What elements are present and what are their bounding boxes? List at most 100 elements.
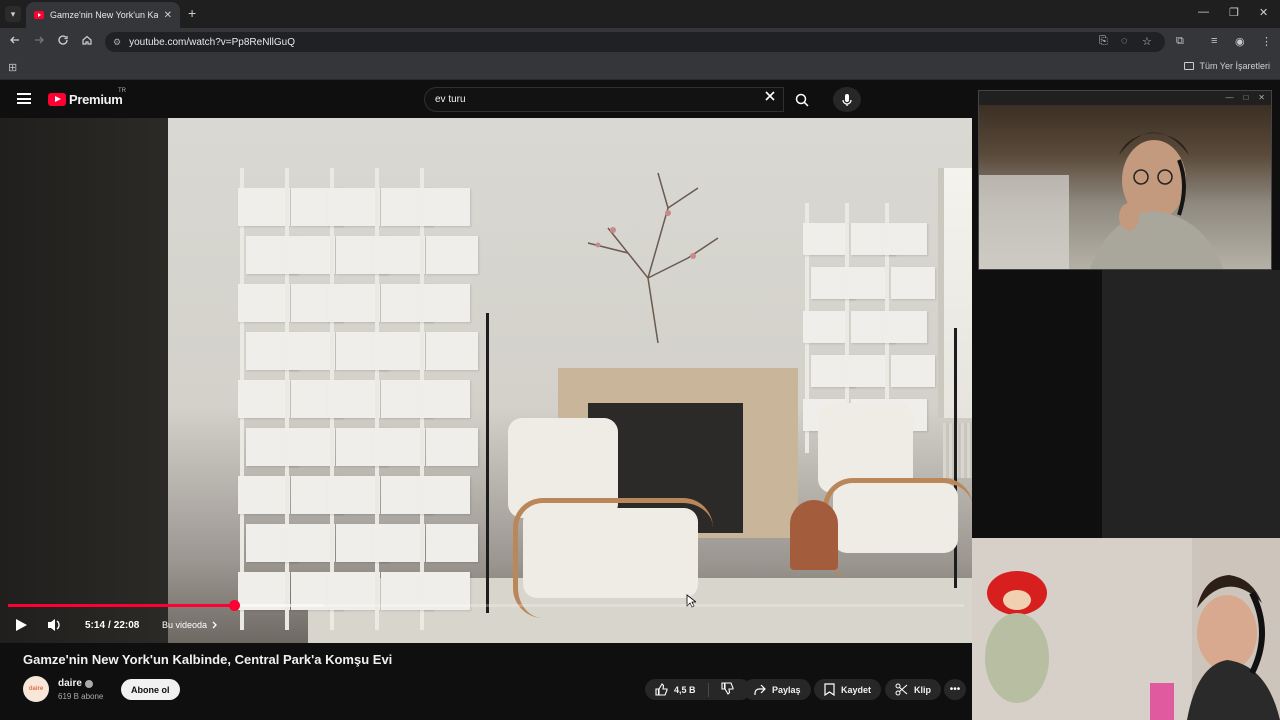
search-button[interactable] [785, 87, 819, 112]
scene-divider-panel [238, 380, 290, 418]
like-count: 4,5 B [674, 684, 696, 695]
current-time: 5:14 [85, 619, 106, 631]
video-title: Gamze'nin New York'un Kalbinde, Central … [23, 652, 393, 667]
minimize-window-button[interactable]: — [1198, 6, 1209, 18]
clip-button[interactable]: Klip [885, 679, 941, 700]
apps-icon[interactable]: ⊞ [8, 61, 17, 74]
webcam-window-controls: — □ ✕ [979, 91, 1271, 105]
webcam-1-feed [979, 105, 1271, 269]
save-button[interactable]: Kaydet [814, 679, 882, 700]
search-icon [795, 93, 809, 107]
save-icon [824, 683, 835, 696]
scene-floor-lamp [486, 313, 489, 613]
profile-icon[interactable]: ◉ [1235, 35, 1245, 48]
site-info-icon[interactable]: ⚙ [113, 37, 121, 48]
scene-branches [587, 172, 719, 344]
youtube-logo[interactable]: Premium TR [48, 88, 126, 107]
avatar-text: daire [28, 686, 44, 692]
webcam-2-feed [972, 538, 1280, 720]
tab-title: Gamze'nin New York'un Kalbinde [50, 10, 158, 20]
avatar[interactable]: daire [23, 676, 49, 702]
eye-off-icon[interactable]: ◌ [1121, 35, 1128, 47]
new-tab-button[interactable]: + [188, 5, 196, 21]
scene-armchair-frame [513, 498, 713, 618]
chapter-label: Bu videoda [162, 620, 208, 630]
star-icon[interactable]: ☆ [1142, 35, 1152, 48]
volume-icon[interactable] [46, 617, 64, 633]
extensions-icon[interactable]: ⧉ [1176, 35, 1184, 48]
hamburger-icon[interactable] [17, 93, 31, 104]
restore-window-button[interactable]: ❐ [1229, 6, 1239, 19]
chapter-button[interactable]: Bu videoda [154, 617, 226, 633]
scene-divider-panel [328, 188, 380, 226]
scene-divider-panel [328, 380, 380, 418]
back-icon[interactable] [9, 34, 21, 46]
channel-name-text: daire [58, 678, 82, 689]
scene-divider-panel [883, 311, 927, 343]
channel-name[interactable]: daire [58, 678, 93, 689]
search-input[interactable]: ev turu [424, 87, 784, 112]
mic-icon [842, 93, 852, 106]
tab-search-icon[interactable]: ▾ [5, 6, 21, 22]
chevron-right-icon [212, 621, 217, 629]
scene-divider-panel [373, 236, 425, 274]
scene-divider-panel [238, 476, 290, 514]
progress-bar[interactable] [8, 600, 964, 611]
verified-icon [84, 679, 93, 688]
reload-icon[interactable] [57, 34, 69, 46]
like-dislike-group: 4,5 B [645, 679, 751, 700]
url-text: youtube.com/watch?v=Pp8ReNllGuQ [129, 36, 295, 48]
recommendations-area [1102, 270, 1280, 538]
forward-icon[interactable] [33, 34, 45, 46]
close-window-button[interactable]: ✕ [1259, 6, 1268, 19]
browser-tab[interactable]: Gamze'nin New York'un Kalbinde ✕ [26, 2, 180, 28]
time-display: 5:14 / 22:08 [78, 617, 146, 633]
scene-divider-panel [418, 188, 470, 226]
play-icon[interactable] [14, 618, 28, 632]
clear-icon[interactable] [764, 90, 776, 102]
scene-divider-panel [373, 332, 425, 370]
menu-dots-icon[interactable]: ⋮ [1261, 35, 1272, 48]
subscribe-button[interactable]: Abone ol [121, 679, 180, 700]
install-icon[interactable]: ⎘ [1099, 35, 1108, 48]
video-player[interactable] [0, 118, 972, 643]
scene-divider-panel [843, 267, 887, 299]
webcam-window-2[interactable] [972, 538, 1280, 720]
scene-divider-panel [283, 428, 335, 466]
tab-close-icon[interactable]: ✕ [164, 10, 172, 21]
scene-radiator [943, 423, 972, 478]
scene-divider-panel [283, 524, 335, 562]
voice-search-button[interactable] [833, 87, 861, 112]
progress-played [8, 604, 234, 607]
dislike-button[interactable] [720, 682, 734, 697]
scene-divider-panel [843, 355, 887, 387]
like-button[interactable]: 4,5 B [655, 683, 696, 696]
scene-divider-panel [803, 223, 847, 255]
share-icon [754, 684, 766, 695]
scene-armchair-2-frame [823, 478, 972, 578]
player-side-area [0, 118, 168, 643]
webcam-minimize-icon[interactable]: — [1225, 93, 1233, 103]
video-frame[interactable] [168, 118, 972, 643]
dislike-icon [720, 682, 734, 695]
clip-label: Klip [914, 684, 931, 695]
youtube-logo-icon [48, 93, 66, 106]
duration: 22:08 [113, 619, 140, 631]
scene-divider-panel [426, 236, 478, 274]
progress-scrubber[interactable] [228, 600, 240, 611]
address-bar[interactable]: ⚙ youtube.com/watch?v=Pp8ReNllGuQ [105, 32, 1165, 52]
browser-tab-bar: ▾ Gamze'nin New York'un Kalbinde ✕ + — ❐… [0, 0, 1280, 28]
webcam-window-1[interactable]: — □ ✕ [978, 90, 1272, 270]
like-divider [707, 682, 709, 697]
all-bookmarks-button[interactable]: Tüm Yer İşaretleri [1184, 61, 1270, 71]
home-icon[interactable] [81, 34, 93, 46]
scene-divider-panel [418, 476, 470, 514]
scene-side-table [790, 500, 838, 570]
webcam-close-icon[interactable]: ✕ [1258, 93, 1265, 103]
webcam-maximize-icon[interactable]: □ [1243, 93, 1248, 103]
bookmarks-bar: ⊞ Tüm Yer İşaretleri [0, 56, 1280, 80]
share-button[interactable]: Paylaş [743, 679, 811, 700]
subscriber-count: 619 B abone [58, 692, 104, 701]
reading-list-icon[interactable]: ≡ [1211, 35, 1217, 47]
more-icon[interactable]: ••• [944, 679, 966, 700]
